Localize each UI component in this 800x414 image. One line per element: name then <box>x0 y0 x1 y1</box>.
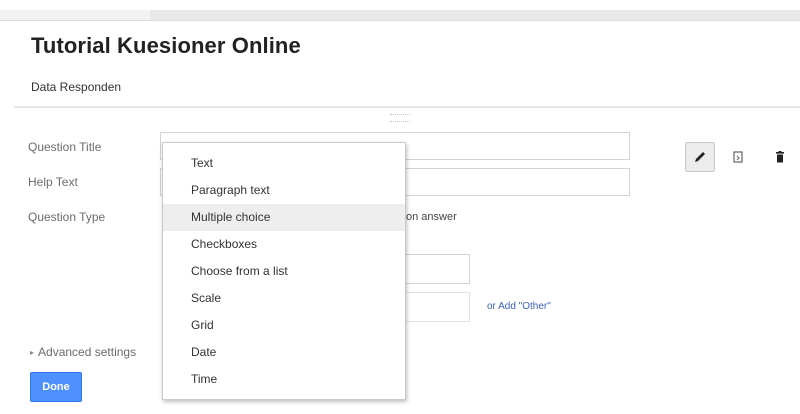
help-text-label: Help Text <box>28 175 78 189</box>
dropdown-item-grid[interactable]: Grid <box>163 312 405 339</box>
question-type-hint: on answer <box>406 211 457 223</box>
dropdown-item-date[interactable]: Date <box>163 339 405 366</box>
duplicate-icon <box>733 151 743 163</box>
duplicate-button[interactable] <box>723 142 753 172</box>
question-title-label: Question Title <box>28 140 102 154</box>
section-title: Data Responden <box>31 80 122 94</box>
edit-button[interactable] <box>685 142 715 172</box>
pencil-icon <box>695 152 705 162</box>
add-other-link[interactable]: or Add "Other" <box>487 301 551 312</box>
dropdown-item-time[interactable]: Time <box>163 366 405 393</box>
drag-handle[interactable] <box>390 114 410 122</box>
trash-icon <box>776 151 784 163</box>
section-divider <box>14 106 800 108</box>
dropdown-item-multiple-choice[interactable]: Multiple choice <box>163 204 405 231</box>
question-type-dropdown[interactable]: Text Paragraph text Multiple choice Chec… <box>162 142 406 400</box>
form-title: Tutorial Kuesioner Online <box>31 33 301 58</box>
top-bar-segment <box>0 10 150 20</box>
caret-right-icon: ▸ <box>30 348 35 357</box>
delete-button[interactable] <box>765 142 795 172</box>
advanced-settings-label: Advanced settings <box>38 345 137 359</box>
advanced-settings-toggle[interactable]: ▸ Advanced settings <box>30 345 136 359</box>
question-type-label: Question Type <box>28 210 106 224</box>
dropdown-item-paragraph-text[interactable]: Paragraph text <box>163 177 405 204</box>
done-button[interactable]: Done <box>30 372 82 402</box>
dropdown-item-choose-from-list[interactable]: Choose from a list <box>163 258 405 285</box>
browser-top-bar <box>0 10 800 21</box>
dropdown-item-text[interactable]: Text <box>163 150 405 177</box>
dropdown-item-scale[interactable]: Scale <box>163 285 405 312</box>
dropdown-item-checkboxes[interactable]: Checkboxes <box>163 231 405 258</box>
